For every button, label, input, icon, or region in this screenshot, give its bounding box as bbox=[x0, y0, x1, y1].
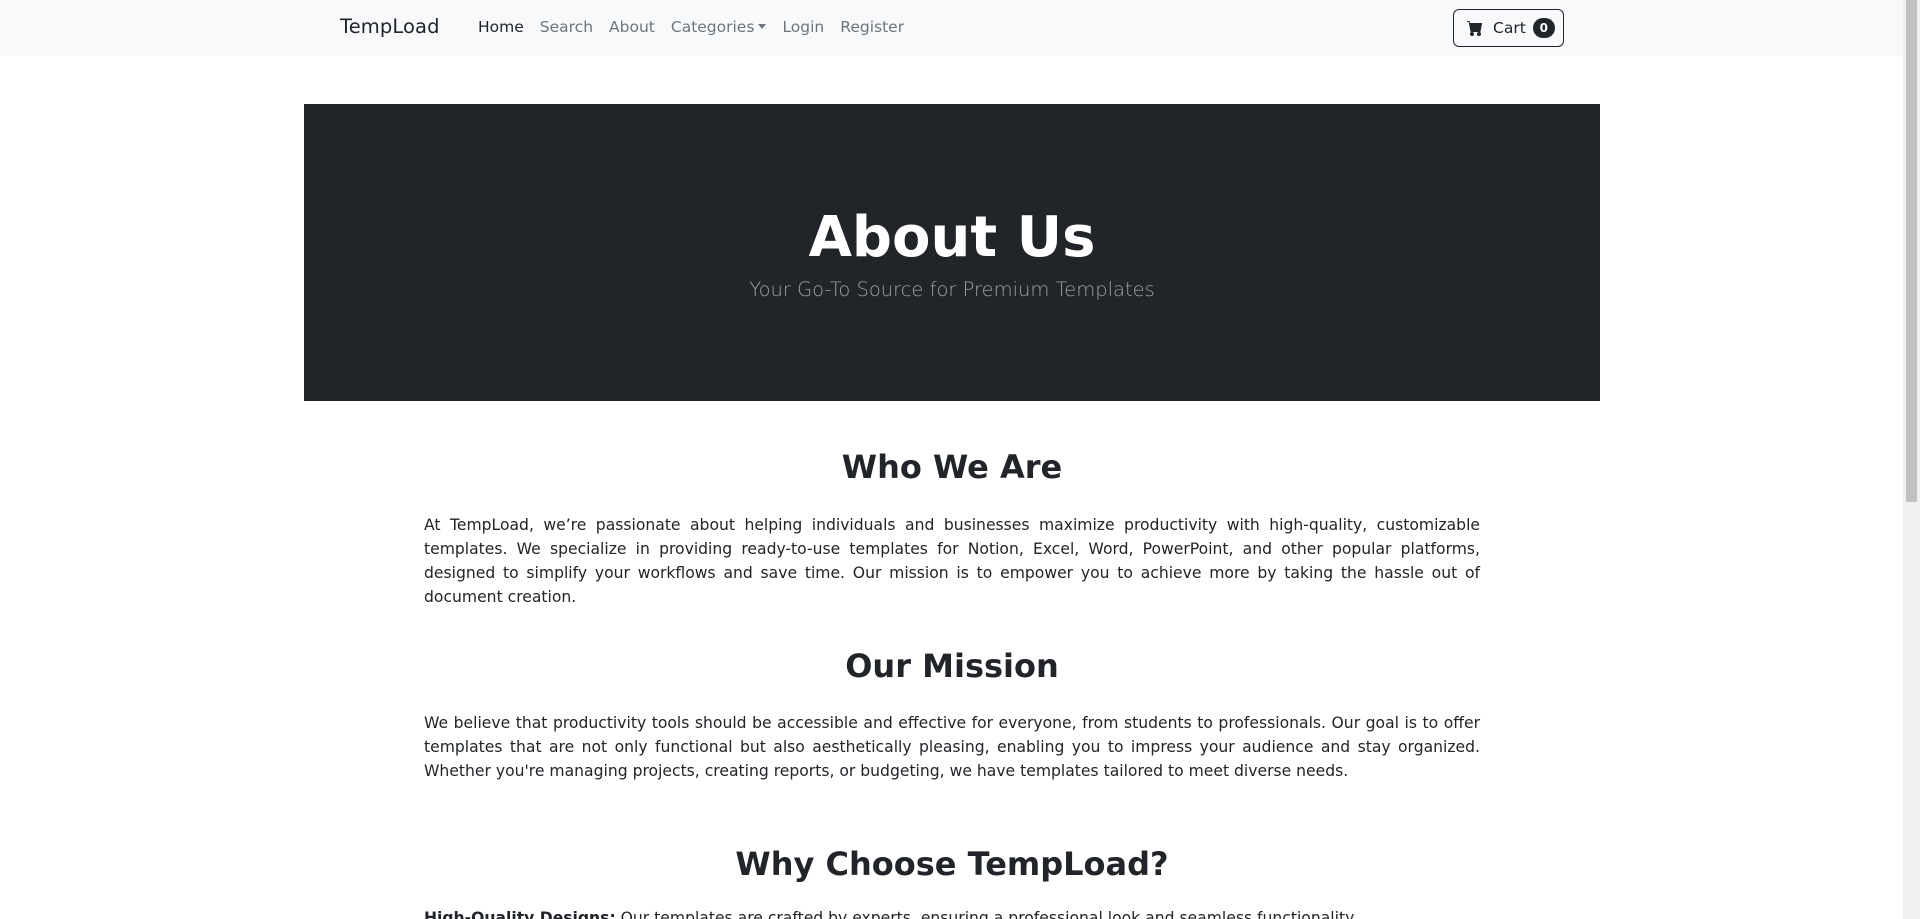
list-item: High-Quality Designs: Our templates are … bbox=[424, 906, 1480, 919]
list-item-text: Our templates are crafted by experts, en… bbox=[615, 909, 1358, 919]
list-item-title: High-Quality Designs: bbox=[424, 909, 616, 919]
page-title: About Us bbox=[808, 205, 1096, 270]
page: TempLoad Home Search About Categories Lo… bbox=[0, 0, 1920, 919]
nav-link-categories-dropdown[interactable]: Categories bbox=[671, 18, 767, 36]
scrollbar-thumb[interactable] bbox=[1906, 0, 1917, 502]
cart-count-badge: 0 bbox=[1532, 18, 1555, 38]
nav-link-home[interactable]: Home bbox=[478, 18, 524, 36]
chevron-down-icon bbox=[758, 24, 767, 29]
nav-link-categories-label: Categories bbox=[670, 18, 755, 36]
section-heading-our-mission: Our Mission bbox=[845, 647, 1059, 685]
nav-link-login[interactable]: Login bbox=[782, 18, 824, 36]
cart-button[interactable]: Cart 0 bbox=[1453, 9, 1564, 47]
hero-banner: About Us Your Go-To Source for Premium T… bbox=[304, 104, 1600, 401]
nav-link-register[interactable]: Register bbox=[840, 18, 904, 36]
section-heading-who-we-are: Who We Are bbox=[841, 448, 1063, 486]
cart-label: Cart bbox=[1493, 19, 1526, 37]
nav-link-about[interactable]: About bbox=[609, 18, 655, 36]
hero-subtitle: Your Go-To Source for Premium Templates bbox=[749, 278, 1155, 301]
section-heading-why-choose: Why Choose TempLoad? bbox=[735, 845, 1169, 883]
section-text-who-we-are: At TempLoad, we’re passionate about help… bbox=[424, 516, 1480, 606]
cart-icon bbox=[1467, 21, 1482, 36]
vertical-scrollbar[interactable] bbox=[1903, 0, 1920, 919]
navbar: TempLoad Home Search About Categories Lo… bbox=[0, 0, 1903, 56]
brand-logo[interactable]: TempLoad bbox=[340, 15, 440, 38]
nav-links: Home Search About Categories Login Regis… bbox=[478, 18, 904, 36]
nav-link-search[interactable]: Search bbox=[540, 18, 593, 36]
section-text-our-mission: We believe that productivity tools shoul… bbox=[424, 714, 1480, 780]
